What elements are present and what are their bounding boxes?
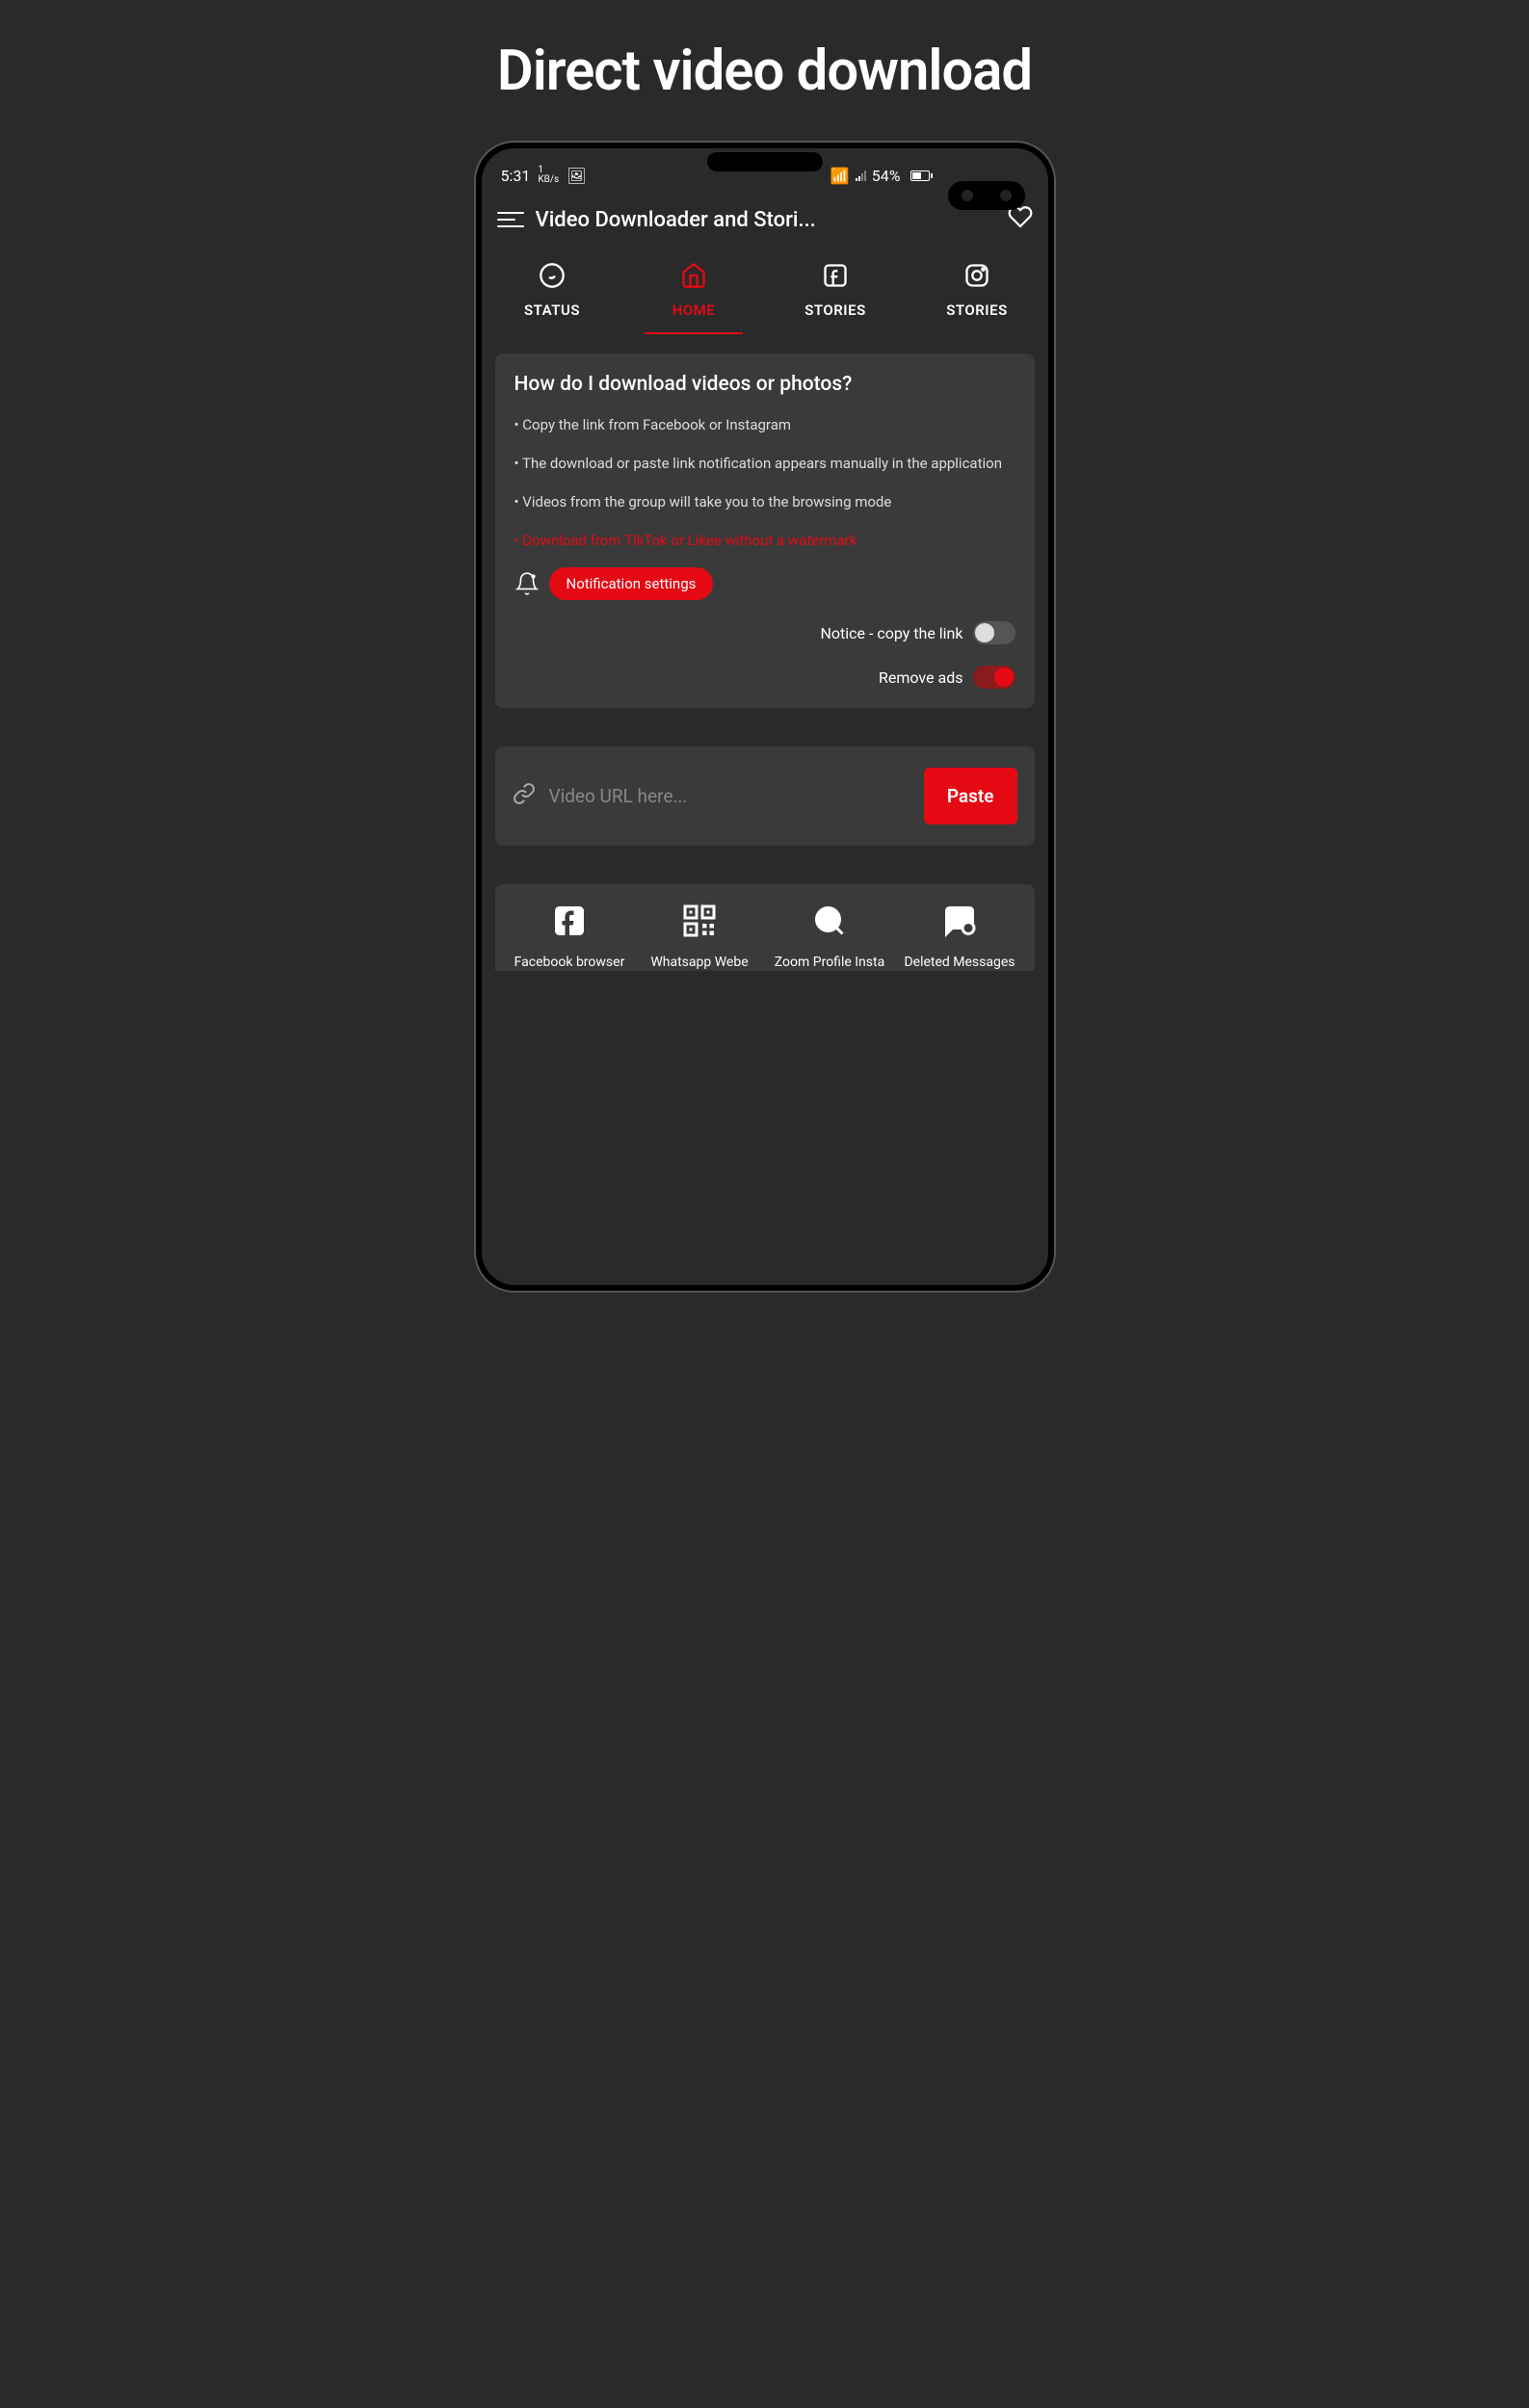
battery-icon xyxy=(907,170,933,181)
notification-settings-button[interactable]: Notification settings xyxy=(549,567,714,600)
toggle-notice-row: Notice - copy the link xyxy=(514,621,1015,644)
qr-icon xyxy=(682,903,717,946)
notification-row: Notification settings xyxy=(514,567,1015,600)
paste-button[interactable]: Paste xyxy=(924,768,1017,824)
zoom-icon xyxy=(812,903,847,946)
message-icon xyxy=(942,903,977,946)
wifi-icon: 📶 xyxy=(830,167,850,185)
signal-icon xyxy=(856,170,866,181)
instagram-icon xyxy=(963,262,990,296)
tab-ig-stories[interactable]: STORIES xyxy=(907,254,1048,327)
facebook-square-icon xyxy=(552,903,587,946)
whatsapp-icon xyxy=(539,262,566,296)
tabs: STATUS HOME STORIES STORIES xyxy=(482,247,1048,327)
link-icon xyxy=(513,782,536,811)
tab-home[interactable]: HOME xyxy=(623,254,765,327)
menu-icon[interactable] xyxy=(497,212,524,227)
toggle-notice-label: Notice - copy the link xyxy=(820,624,962,642)
tool-zoom-profile[interactable]: Zoom Profile Insta xyxy=(765,903,895,971)
picture-icon: 🖼 xyxy=(567,167,586,185)
status-kbs: 1KB/s xyxy=(538,166,559,185)
page-title: Direct video download xyxy=(497,39,1032,104)
phone-camera xyxy=(948,181,1025,210)
tools-card: Facebook browser Whatsapp Webe Zoom Prof… xyxy=(495,884,1035,971)
tool-whatsapp-web[interactable]: Whatsapp Webe xyxy=(635,903,765,971)
phone-screen: 5:31 1KB/s 🖼 📶 54% Video Downloader and … xyxy=(482,148,1048,1285)
tab-label: HOME xyxy=(672,301,716,319)
toggle-ads-label: Remove ads xyxy=(879,668,962,687)
toggle-ads-row: Remove ads xyxy=(514,666,1015,689)
battery-percent: 54% xyxy=(872,167,901,185)
tool-label: Whatsapp Webe xyxy=(650,954,748,971)
bell-icon xyxy=(514,571,540,596)
howto-bullet-red: • Download from TikTok or Likee without … xyxy=(514,529,1015,552)
tab-fb-stories[interactable]: STORIES xyxy=(765,254,907,327)
tab-label: STORIES xyxy=(804,301,865,319)
tool-facebook-browser[interactable]: Facebook browser xyxy=(505,903,635,971)
howto-bullet: • Videos from the group will take you to… xyxy=(514,490,1015,513)
tool-label: Zoom Profile Insta xyxy=(775,954,884,971)
toggle-notice[interactable] xyxy=(973,621,1015,644)
howto-bullet: • Copy the link from Facebook or Instagr… xyxy=(514,413,1015,436)
facebook-icon xyxy=(822,262,849,296)
howto-bullet: • The download or paste link notificatio… xyxy=(514,452,1015,475)
home-icon xyxy=(680,262,707,296)
toggle-remove-ads[interactable] xyxy=(973,666,1015,689)
tool-deleted-messages[interactable]: Deleted Messages xyxy=(895,903,1025,971)
tab-status[interactable]: STATUS xyxy=(482,254,623,327)
status-time: 5:31 xyxy=(501,167,531,185)
app-title: Video Downloader and Stori... xyxy=(536,208,996,232)
tab-label: STORIES xyxy=(946,301,1007,319)
howto-card: How do I download videos or photos? • Co… xyxy=(495,353,1035,708)
tool-label: Facebook browser xyxy=(514,954,625,971)
howto-title: How do I download videos or photos? xyxy=(514,373,1015,396)
tool-label: Deleted Messages xyxy=(904,954,1015,971)
url-card: Paste xyxy=(495,746,1035,846)
url-input[interactable] xyxy=(549,785,910,807)
phone-frame: 5:31 1KB/s 🖼 📶 54% Video Downloader and … xyxy=(476,143,1054,1291)
tab-label: STATUS xyxy=(524,301,580,319)
phone-notch xyxy=(707,152,823,171)
